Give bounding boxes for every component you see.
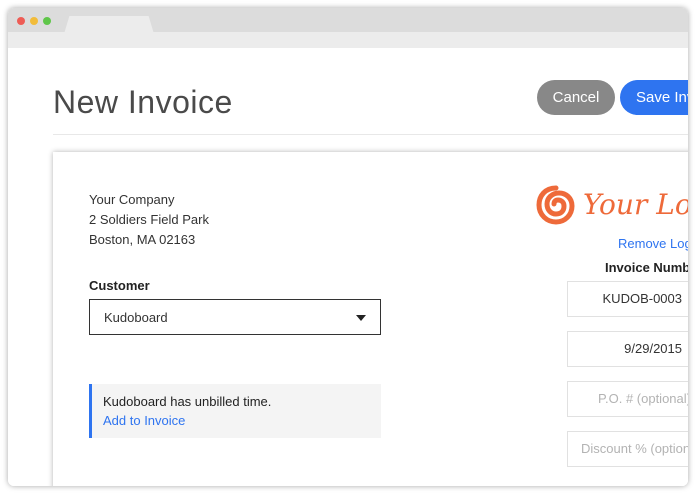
company-address-line2: Boston, MA 02163	[89, 232, 196, 247]
toolbar-bar	[8, 32, 688, 48]
remove-logo-link[interactable]: Remove Logo	[618, 236, 688, 251]
customer-label: Customer	[89, 278, 150, 293]
invoice-card: Your Company 2 Soldiers Field Park Bosto…	[53, 152, 688, 486]
cancel-button[interactable]: Cancel	[537, 80, 615, 115]
browser-window: New Invoice Cancel Save Invoice Your Com…	[8, 8, 688, 486]
po-number-field[interactable]: P.O. # (optional)	[567, 381, 688, 417]
spiral-logo-icon	[536, 185, 575, 225]
company-address: Your Company 2 Soldiers Field Park Bosto…	[89, 190, 209, 250]
invoice-date-field[interactable]: 9/29/2015	[567, 331, 688, 367]
invoice-page: New Invoice Cancel Save Invoice Your Com…	[8, 48, 688, 486]
close-window-icon[interactable]	[17, 17, 25, 25]
unbilled-time-notice: Kudoboard has unbilled time. Add to Invo…	[89, 384, 381, 438]
browser-chrome	[8, 8, 688, 48]
discount-field[interactable]: Discount % (optional)	[567, 431, 688, 467]
chevron-down-icon	[356, 315, 366, 321]
invoice-number-label: Invoice Number	[605, 260, 688, 275]
company-name: Your Company	[89, 192, 175, 207]
page-title: New Invoice	[53, 84, 233, 120]
customer-select[interactable]: Kudoboard	[89, 299, 381, 335]
notice-text: Kudoboard has unbilled time.	[103, 394, 272, 409]
save-invoice-button[interactable]: Save Invoice	[620, 80, 688, 115]
add-to-invoice-link[interactable]: Add to Invoice	[103, 413, 185, 428]
header-divider	[53, 134, 688, 135]
company-logo: Your Logo	[535, 182, 688, 230]
maximize-window-icon[interactable]	[43, 17, 51, 25]
invoice-number-field[interactable]: KUDOB-0003	[567, 281, 688, 317]
minimize-window-icon[interactable]	[30, 17, 38, 25]
customer-selected-value: Kudoboard	[104, 310, 168, 325]
logo-text: Your Logo	[583, 188, 688, 221]
browser-tab[interactable]	[64, 16, 154, 34]
company-address-line1: 2 Soldiers Field Park	[89, 212, 209, 227]
